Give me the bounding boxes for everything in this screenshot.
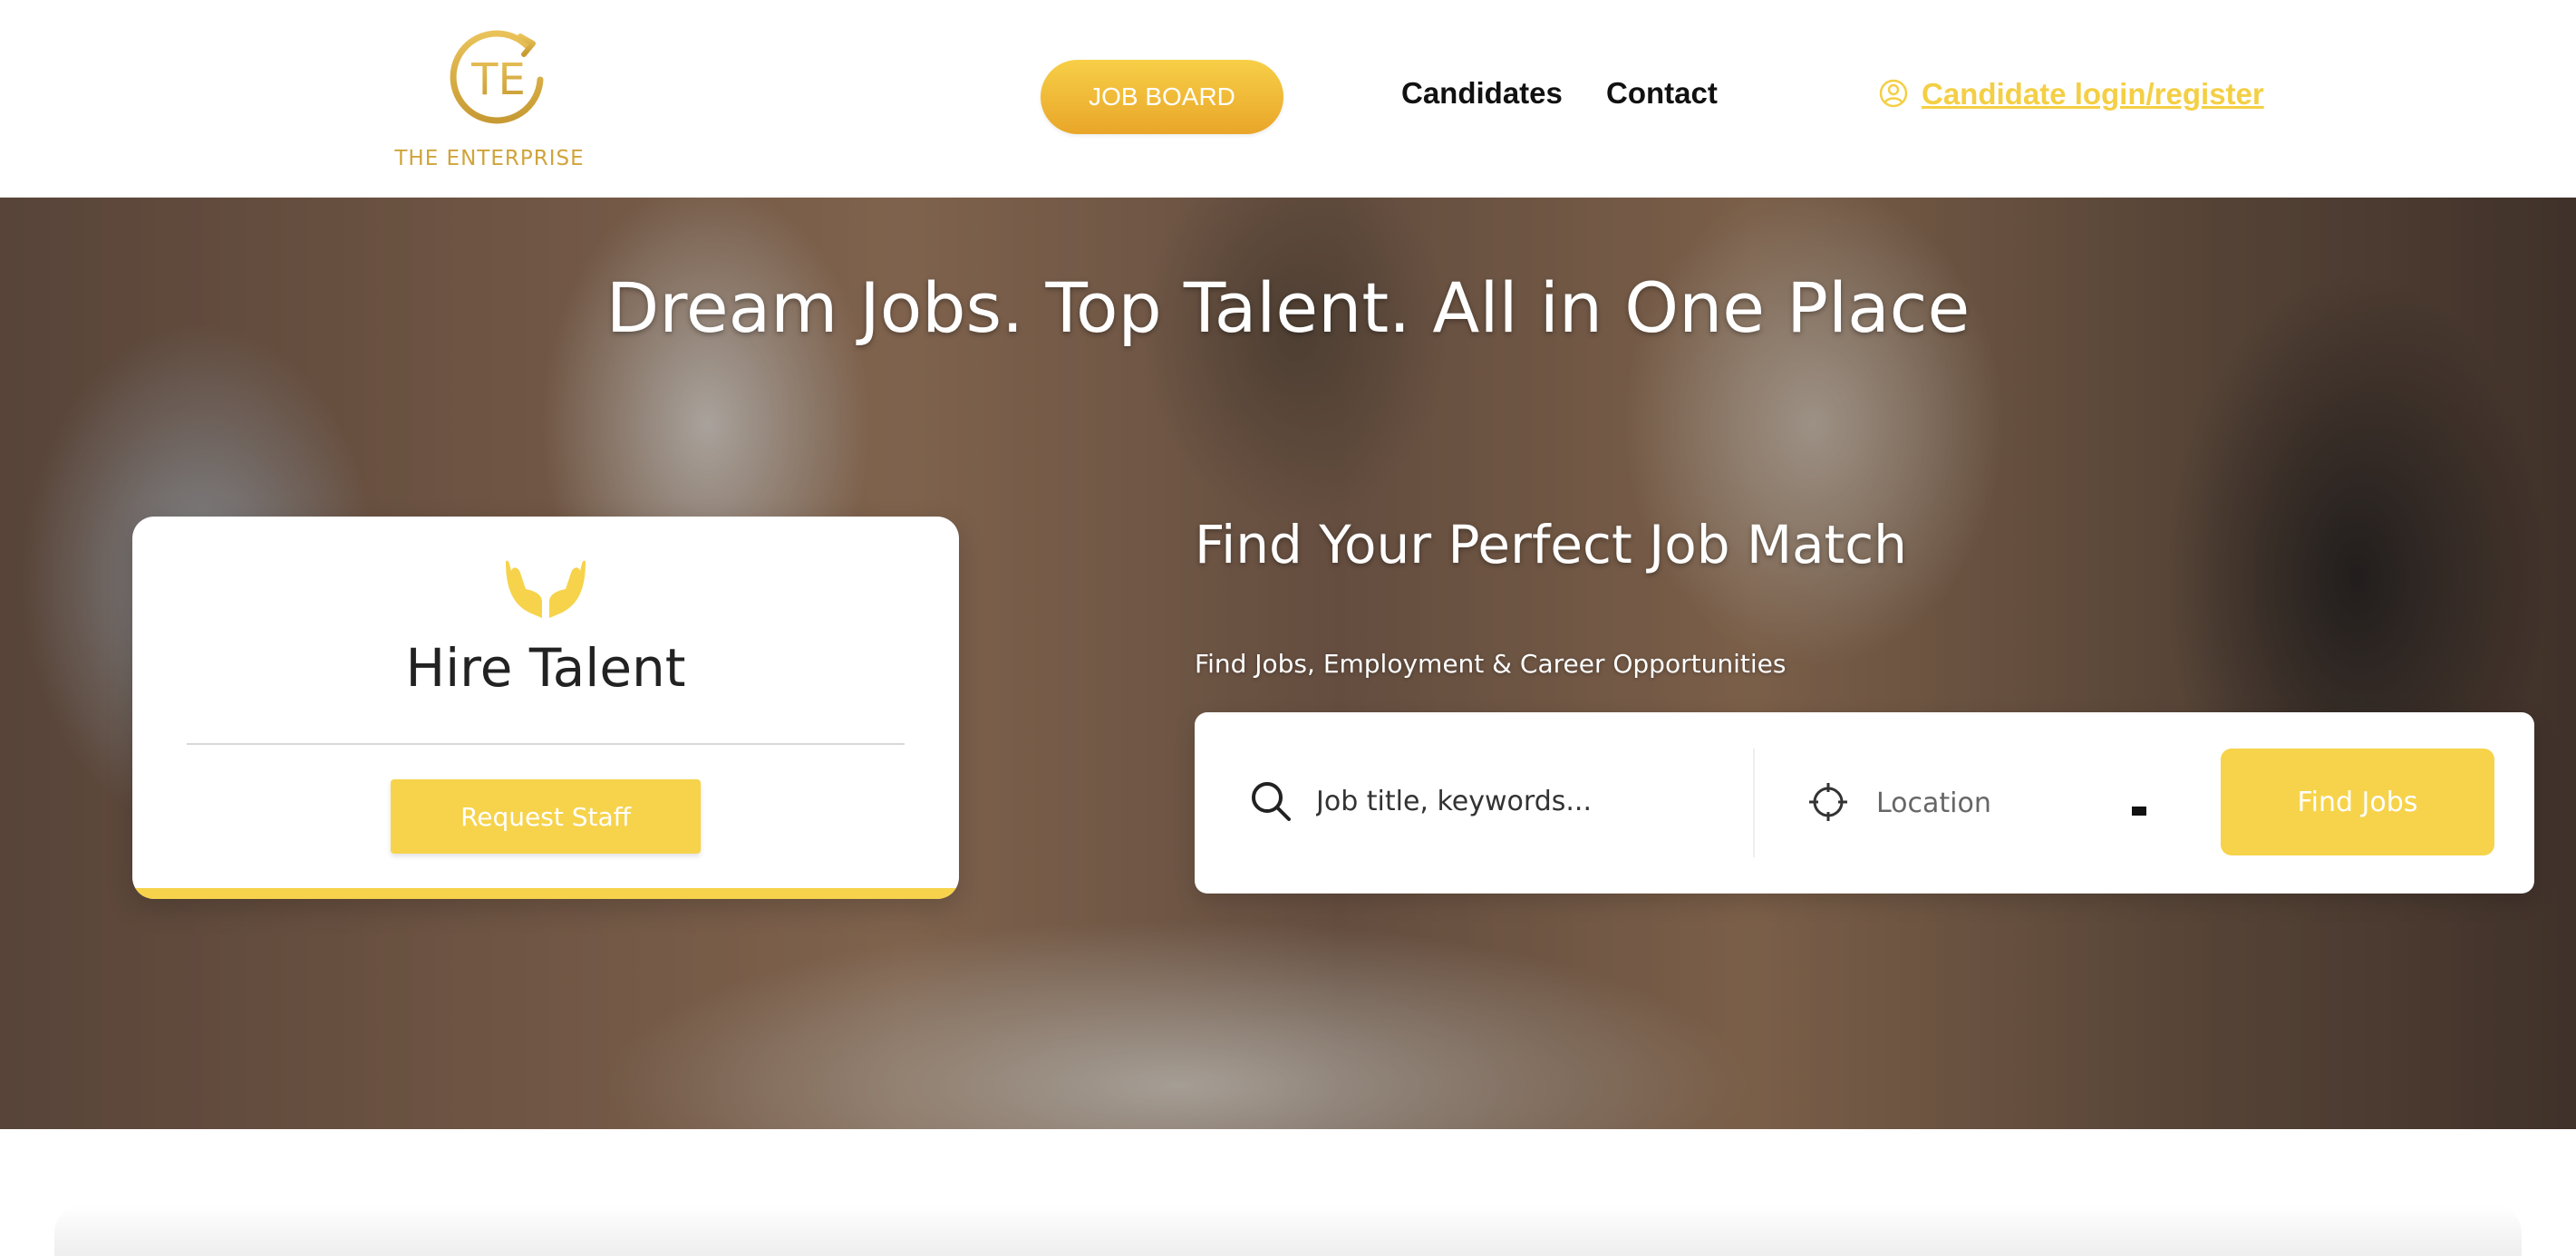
user-circle-icon: [1879, 79, 1908, 108]
te-monogram-icon: TE: [450, 30, 544, 124]
job-board-button[interactable]: JOB BOARD: [1041, 60, 1283, 134]
logo-wordmark: THE ENTERPRISE: [394, 147, 585, 170]
job-search-form: Find Jobs: [1195, 712, 2534, 894]
candidate-login-link[interactable]: Candidate login/register: [1878, 78, 2264, 109]
crosshair-location-icon[interactable]: [1807, 781, 1849, 823]
nav-contact-link[interactable]: Contact: [1606, 78, 1718, 108]
search-subtitle: Find Jobs, Employment & Career Opportuni…: [1195, 649, 1787, 679]
hire-talent-card: Hire Talent Request Staff: [132, 517, 959, 899]
hero-section: Dream Jobs. Top Talent. All in One Place…: [0, 198, 2576, 1129]
hero-title: Dream Jobs. Top Talent. All in One Place: [605, 267, 1971, 348]
location-input[interactable]: [1876, 768, 2094, 837]
hands-icon: [506, 560, 586, 618]
request-staff-button[interactable]: Request Staff: [391, 779, 701, 854]
nav-candidates-link[interactable]: Candidates: [1401, 78, 1563, 108]
find-jobs-button[interactable]: Find Jobs: [2221, 749, 2494, 855]
svg-text:TE: TE: [470, 54, 526, 105]
divider: [187, 743, 905, 745]
field-separator: [1753, 749, 1755, 857]
search-icon: [1252, 782, 1291, 821]
enterprise-logo[interactable]: TE THE ENTERPRISE: [381, 24, 598, 169]
site-header: TE THE ENTERPRISE JOB BOARD Candidates C…: [0, 0, 2576, 198]
content-panel-edge: [54, 1205, 2522, 1256]
hire-talent-title: Hire Talent: [405, 637, 686, 699]
keyword-search-input[interactable]: [1316, 767, 1715, 836]
location-clear-marker: [2132, 807, 2146, 816]
candidate-login-label: Candidate login/register: [1922, 76, 2264, 111]
search-title: Find Your Perfect Job Match: [1195, 514, 1907, 575]
